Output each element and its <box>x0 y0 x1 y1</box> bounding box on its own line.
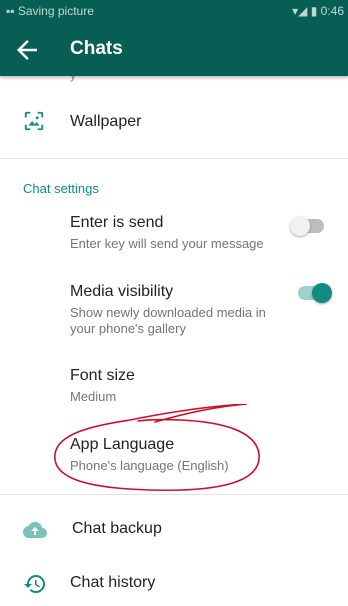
app-language-label: App Language <box>70 436 175 453</box>
partially-hidden-row-text: y <box>70 76 76 82</box>
app-language-value: Phone's language (English) <box>70 458 229 473</box>
status-notification-text: ▪▪ Saving picture <box>6 4 94 18</box>
app-language-setting[interactable]: App Language Phone's language (English) <box>0 436 348 480</box>
wallpaper-icon <box>24 111 44 131</box>
status-system-icons: ▾◢ ▮ 0:46 <box>292 4 344 18</box>
font-size-value: Medium <box>70 389 117 404</box>
app-bar: Chats <box>0 24 348 76</box>
toggle-thumb <box>290 216 310 236</box>
page-title: Chats <box>70 38 123 59</box>
media-visibility-toggle[interactable] <box>296 283 332 303</box>
wallpaper-row[interactable]: Wallpaper <box>0 90 348 152</box>
font-size-label: Font size <box>70 367 135 384</box>
toggle-thumb <box>312 283 332 303</box>
media-visibility-label: Media visibility <box>70 283 174 300</box>
enter-is-send-description: Enter key will send your message <box>70 236 264 251</box>
chat-history-label: Chat history <box>70 574 156 591</box>
enter-is-send-label: Enter is send <box>70 214 164 231</box>
chat-backup-label: Chat backup <box>72 520 162 537</box>
cloud-upload-icon <box>23 522 47 538</box>
status-bar: ▪▪ Saving picture ▾◢ ▮ 0:46 <box>0 0 348 24</box>
media-visibility-description: Show newly downloaded media in your phon… <box>70 305 266 336</box>
settings-list: y Wallpaper Chat settings Enter is send … <box>0 76 348 606</box>
history-icon <box>24 575 45 593</box>
arrow-back-icon[interactable] <box>12 35 42 65</box>
chat-history-row[interactable]: Chat history <box>0 558 348 606</box>
font-size-setting[interactable]: Font size Medium <box>0 367 348 411</box>
divider <box>0 494 348 495</box>
divider <box>0 158 348 159</box>
media-visibility-setting[interactable]: Media visibility Show newly downloaded m… <box>0 283 348 343</box>
enter-is-send-toggle[interactable] <box>290 216 326 236</box>
chat-backup-row[interactable]: Chat backup <box>0 504 348 556</box>
section-title-chat-settings: Chat settings <box>23 181 99 196</box>
enter-is-send-setting[interactable]: Enter is send Enter key will send your m… <box>0 214 348 266</box>
wallpaper-label: Wallpaper <box>70 113 142 130</box>
